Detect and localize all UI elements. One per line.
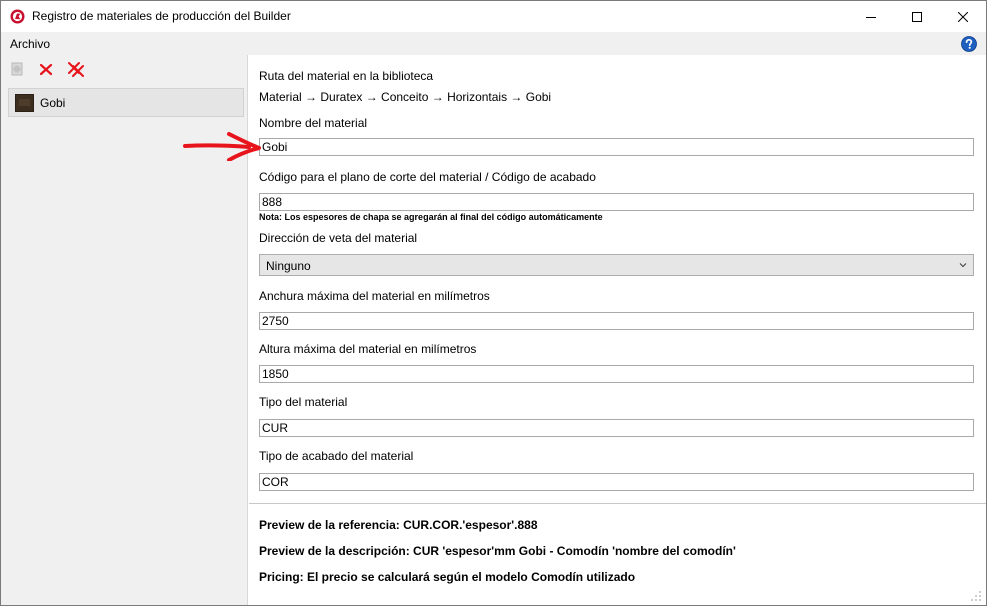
material-swatch — [15, 94, 34, 112]
finish-type-input[interactable] — [259, 473, 974, 491]
max-width-input[interactable] — [259, 312, 974, 330]
close-icon — [958, 11, 968, 22]
material-type-input[interactable] — [259, 419, 974, 437]
grain-direction-select[interactable]: Ninguno — [259, 254, 974, 276]
grain-direction-label: Dirección de veta del material — [259, 231, 418, 245]
material-list-item-label: Gobi — [40, 96, 66, 110]
description-preview: Preview de la descripción: CUR 'espesor'… — [259, 544, 736, 558]
title-bar[interactable]: Registro de materiales de producción del… — [1, 1, 986, 32]
library-path-label: Ruta del material en la biblioteca — [259, 69, 434, 83]
chevron-down-icon — [959, 263, 967, 268]
red-annotation-arrow-icon — [183, 132, 261, 161]
max-height-label: Altura máxima del material en milímetros — [259, 342, 477, 356]
cut-code-label: Código para el plano de corte del materi… — [259, 170, 596, 184]
material-details-panel: Ruta del material en la biblioteca Mater… — [249, 55, 986, 605]
application-window: Registro de materiales de producción del… — [0, 0, 987, 606]
max-height-input[interactable] — [259, 365, 974, 383]
grain-direction-value: Ninguno — [266, 259, 311, 273]
menu-bar: Archivo — [1, 32, 986, 55]
help-icon[interactable] — [961, 36, 977, 52]
delete-all-materials-button[interactable] — [67, 60, 85, 78]
material-name-input[interactable] — [259, 138, 974, 156]
reference-preview: Preview de la referencia: CUR.COR.'espes… — [259, 518, 538, 532]
add-icon — [11, 62, 23, 76]
window-title: Registro de materiales de producción del… — [32, 9, 291, 23]
delete-all-icon — [68, 62, 84, 77]
resize-grip-icon[interactable] — [969, 589, 983, 603]
cut-code-note: Nota: Los espesores de chapa se agregará… — [259, 212, 603, 222]
finish-type-label: Tipo de acabado del material — [259, 449, 414, 463]
add-material-button[interactable] — [8, 60, 26, 78]
maximize-icon — [912, 11, 922, 22]
app-logo-icon — [10, 9, 25, 24]
delete-icon — [39, 63, 53, 76]
minimize-button[interactable] — [848, 1, 894, 32]
delete-material-button[interactable] — [37, 60, 55, 78]
maximize-button[interactable] — [894, 1, 940, 32]
menu-file[interactable]: Archivo — [10, 37, 50, 51]
material-name-label: Nombre del material — [259, 116, 368, 130]
material-type-label: Tipo del material — [259, 395, 348, 409]
pricing-preview: Pricing: El precio se calculará según el… — [259, 570, 636, 584]
material-list-item[interactable]: Gobi — [8, 88, 244, 117]
preview-divider — [249, 503, 986, 504]
close-button[interactable] — [940, 1, 986, 32]
minimize-icon — [866, 16, 876, 18]
cut-code-input[interactable] — [259, 193, 974, 211]
max-width-label: Anchura máxima del material en milímetro… — [259, 289, 490, 303]
library-path-value: Material → Duratex → Conceito → Horizont… — [259, 90, 552, 104]
